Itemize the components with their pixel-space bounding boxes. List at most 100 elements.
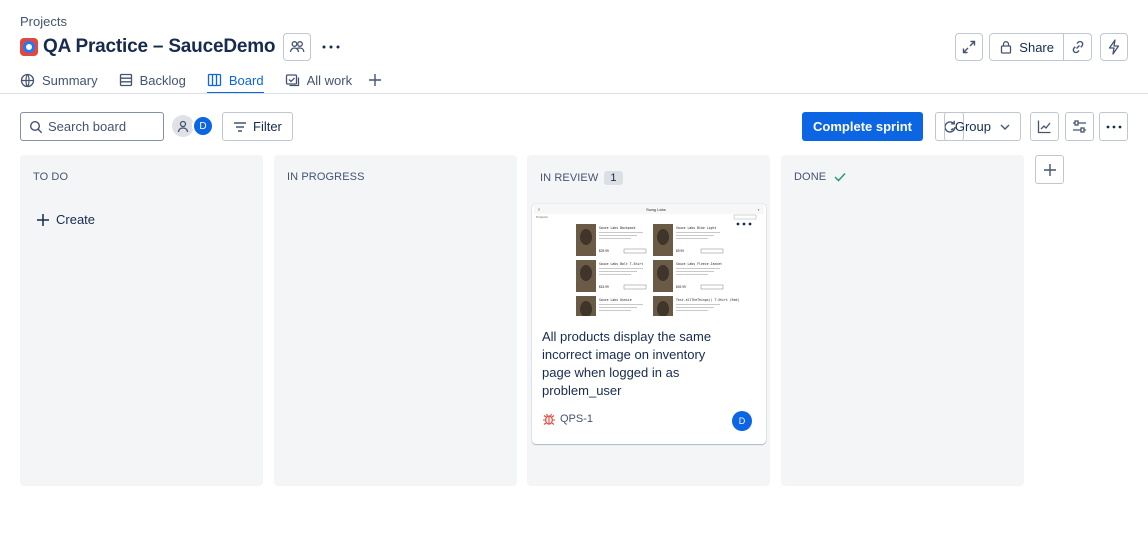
search-board-field[interactable]	[20, 112, 164, 141]
thumb-product-desc-line	[599, 307, 637, 308]
column-todo: TO DO Create	[20, 155, 263, 486]
project-tabs: Summary Backlog Board All work	[20, 70, 410, 94]
thumb-product-name: Sauce Labs Backpack	[599, 226, 636, 230]
column-header: TO DO	[33, 171, 68, 183]
thumb-product-desc-line	[676, 268, 720, 269]
issue-summary: All products display the same incorrect …	[542, 329, 712, 398]
search-input[interactable]	[48, 119, 158, 134]
thumb-product-desc-line	[599, 235, 637, 236]
tab-all-work-label: All work	[306, 72, 353, 88]
column-in-progress: IN PROGRESS	[274, 155, 517, 486]
plus-icon	[37, 213, 49, 226]
chevron-down-icon	[1000, 124, 1010, 130]
tab-board-label: Board	[228, 72, 264, 88]
share-label: Share	[1019, 39, 1054, 55]
column-title: IN REVIEW	[540, 172, 599, 184]
lightning-icon	[1108, 39, 1120, 55]
group-dropdown[interactable]: Group	[943, 112, 1021, 141]
ellipsis-icon	[736, 222, 752, 226]
card-more-button[interactable]	[734, 216, 754, 232]
issue-count-badge: 1	[604, 171, 623, 185]
tab-all-work[interactable]: All work	[285, 70, 353, 90]
column-title: DONE	[794, 171, 827, 183]
backlog-icon	[119, 73, 132, 87]
lock-icon	[1001, 41, 1012, 54]
thumb-product-name: Test.allTheThings() T-Shirt (Red)	[676, 298, 739, 302]
assignee-avatars: D	[172, 115, 214, 137]
header-divider	[0, 93, 1148, 94]
thumb-sub: Products	[536, 215, 548, 219]
plus-icon	[1043, 163, 1056, 176]
project-avatar-icon	[20, 38, 38, 56]
tab-summary[interactable]: Summary	[20, 70, 98, 90]
chart-trend-icon	[1037, 120, 1051, 134]
thumb-product-name: Sauce Labs Onesie	[599, 298, 632, 302]
tab-summary-label: Summary	[42, 72, 98, 88]
breadcrumb[interactable]: Projects	[20, 14, 67, 29]
board-more-button[interactable]	[1099, 112, 1128, 141]
board-icon	[207, 73, 222, 87]
thumb-product-desc-line	[676, 238, 708, 239]
complete-sprint-button[interactable]: Complete sprint	[802, 112, 923, 141]
thumb-product-desc-line	[599, 268, 643, 269]
thumb-product-desc-line	[676, 307, 714, 308]
thumb-product-price: $29.99	[599, 249, 609, 253]
group-label: Group	[954, 119, 991, 134]
unassigned-avatar[interactable]	[172, 115, 194, 137]
team-members-button[interactable]	[283, 33, 312, 61]
person-icon	[177, 120, 189, 133]
add-tab-button[interactable]	[368, 70, 389, 90]
link-icon	[1072, 40, 1083, 54]
thumb-product-price: $9.99	[676, 249, 684, 253]
expand-icon	[963, 40, 976, 54]
tab-backlog-label: Backlog	[139, 72, 186, 88]
column-header: DONE	[794, 171, 846, 183]
thumb-header: Swag Labs	[646, 207, 666, 212]
tab-board[interactable]: Board	[206, 70, 264, 94]
thumb-product-desc-line	[599, 238, 631, 239]
inventory-screenshot-image: ≡ Swag Labs ▪ Products Sauce Labs Backpa…	[534, 204, 764, 316]
add-column-button[interactable]	[1035, 155, 1064, 184]
thumb-product-desc-line	[676, 271, 714, 272]
tab-backlog[interactable]: Backlog	[119, 70, 186, 90]
fullscreen-button[interactable]	[955, 33, 984, 61]
thumb-product-price: $49.99	[676, 285, 686, 289]
thumb-product-figure	[580, 229, 592, 245]
column-in-review: IN REVIEW 1 ≡ Swag Labs ▪ Products Sauce…	[527, 155, 770, 486]
filter-button[interactable]: Filter	[222, 112, 293, 141]
thumb-product-name: Sauce Labs Bolt T-Shirt	[599, 262, 643, 266]
thumb-product-name: Sauce Labs Fleece Jacket	[676, 262, 722, 266]
filter-icon	[234, 121, 246, 132]
thumb-product-name: Sauce Labs Bike Light	[676, 226, 716, 230]
thumb-product-desc-line	[599, 274, 631, 275]
ellipsis-icon	[1106, 125, 1121, 128]
insights-button[interactable]	[1030, 112, 1059, 141]
page-title: QA Practice – SauceDemo	[43, 36, 276, 57]
thumb-product-figure	[657, 265, 669, 281]
search-icon	[29, 120, 43, 133]
people-icon	[290, 41, 305, 53]
thumb-product-desc-line	[676, 235, 714, 236]
more-actions-button[interactable]	[317, 33, 345, 61]
automation-button[interactable]	[1100, 33, 1128, 61]
card-attachment-thumbnail: ≡ Swag Labs ▪ Products Sauce Labs Backpa…	[534, 204, 764, 316]
column-header: IN PROGRESS	[287, 171, 365, 183]
issue-key-label: QPS-1	[560, 413, 594, 425]
copy-link-button[interactable]	[1064, 33, 1092, 61]
view-settings-button[interactable]	[1065, 112, 1094, 141]
project-header: QA Practice – SauceDemo	[20, 33, 345, 61]
thumb-product-figure	[580, 265, 592, 281]
user-avatar[interactable]: D	[192, 115, 214, 137]
all-work-icon	[285, 74, 299, 87]
assignee-avatar[interactable]: D	[732, 411, 752, 431]
column-header: IN REVIEW 1	[540, 171, 623, 185]
thumb-product-desc-line	[599, 232, 643, 233]
create-label: Create	[56, 212, 96, 227]
filter-label: Filter	[253, 119, 282, 134]
thumb-product-figure	[657, 229, 669, 245]
check-icon	[834, 172, 846, 182]
create-issue-button[interactable]: Create	[36, 212, 95, 227]
issue-card[interactable]: ≡ Swag Labs ▪ Products Sauce Labs Backpa…	[532, 204, 766, 444]
issue-key[interactable]: QPS-1	[542, 412, 593, 426]
share-button[interactable]: Share	[989, 33, 1064, 61]
